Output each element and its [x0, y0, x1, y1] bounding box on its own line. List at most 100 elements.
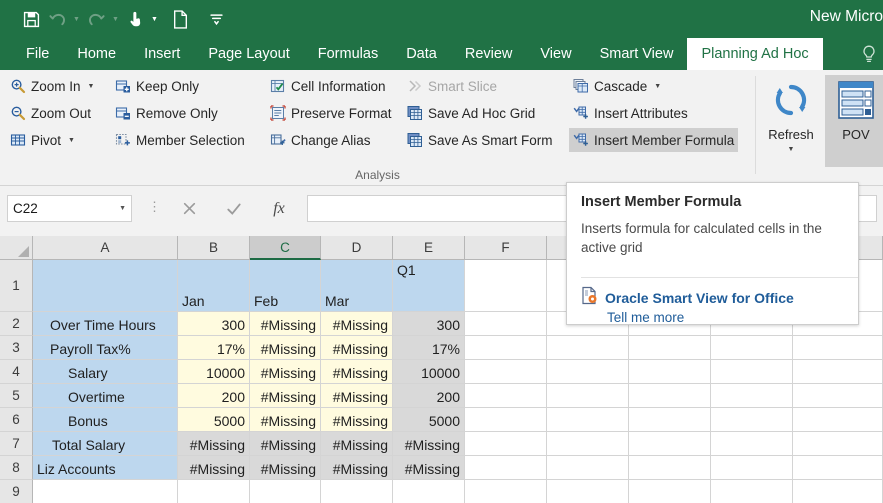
cell-D7[interactable]: #Missing: [321, 432, 393, 456]
row-header-2[interactable]: 2: [0, 312, 33, 336]
keep-only-button[interactable]: Keep Only: [111, 74, 203, 98]
cell-H8[interactable]: [629, 456, 711, 480]
cell-A2[interactable]: Over Time Hours: [33, 312, 178, 336]
cell-B4[interactable]: 10000: [178, 360, 250, 384]
enter-icon[interactable]: [217, 195, 251, 222]
cell-D3[interactable]: #Missing: [321, 336, 393, 360]
cell-E9[interactable]: [393, 480, 465, 503]
tab-view[interactable]: View: [526, 38, 585, 70]
cell-F5[interactable]: [465, 384, 547, 408]
member-selection-button[interactable]: Member Selection: [111, 128, 249, 152]
cell-J8[interactable]: [793, 456, 883, 480]
tab-file[interactable]: File: [12, 38, 63, 70]
refresh-dropdown-icon[interactable]: ▼: [788, 146, 795, 153]
cell-I3[interactable]: [711, 336, 793, 360]
cell-F9[interactable]: [465, 480, 547, 503]
cell-H4[interactable]: [629, 360, 711, 384]
row-header-6[interactable]: 6: [0, 408, 33, 432]
cell-D8[interactable]: #Missing: [321, 456, 393, 480]
tab-planning-ad-hoc[interactable]: Planning Ad Hoc: [687, 38, 822, 70]
cell-E4[interactable]: 10000: [393, 360, 465, 384]
cell-I4[interactable]: [711, 360, 793, 384]
cell-B7[interactable]: #Missing: [178, 432, 250, 456]
cell-A5[interactable]: Overtime: [33, 384, 178, 408]
cell-G5[interactable]: [547, 384, 629, 408]
formula-bar-grip[interactable]: ⋮: [148, 199, 161, 215]
cell-G7[interactable]: [547, 432, 629, 456]
change-alias-button[interactable]: Change Alias: [266, 128, 375, 152]
cell-C2[interactable]: #Missing: [250, 312, 321, 336]
cell-J7[interactable]: [793, 432, 883, 456]
cascade-dropdown-icon[interactable]: ▼: [654, 83, 661, 90]
tab-data[interactable]: Data: [392, 38, 451, 70]
cell-B3[interactable]: 17%: [178, 336, 250, 360]
cell-B2[interactable]: 300: [178, 312, 250, 336]
cell-B8[interactable]: #Missing: [178, 456, 250, 480]
cell-A3[interactable]: Payroll Tax%: [33, 336, 178, 360]
cell-F8[interactable]: [465, 456, 547, 480]
cell-D4[interactable]: #Missing: [321, 360, 393, 384]
customize-quick-access-toolbar-icon[interactable]: [203, 6, 229, 32]
cell-C5[interactable]: #Missing: [250, 384, 321, 408]
cell-G3[interactable]: [547, 336, 629, 360]
pov-button[interactable]: POV: [825, 75, 883, 167]
column-header-b[interactable]: B: [178, 236, 250, 260]
cell-J6[interactable]: [793, 408, 883, 432]
cell-C3[interactable]: #Missing: [250, 336, 321, 360]
zoom-out-button[interactable]: Zoom Out: [6, 101, 95, 125]
cell-D9[interactable]: [321, 480, 393, 503]
cell-F4[interactable]: [465, 360, 547, 384]
cell-information-button[interactable]: Cell Information: [266, 74, 390, 98]
save-as-smart-form-button[interactable]: Save As Smart Form: [403, 128, 557, 152]
cell-F7[interactable]: [465, 432, 547, 456]
column-header-f[interactable]: F: [465, 236, 547, 260]
cell-I5[interactable]: [711, 384, 793, 408]
tab-page-layout[interactable]: Page Layout: [194, 38, 303, 70]
cell-E8[interactable]: #Missing: [393, 456, 465, 480]
column-header-a[interactable]: A: [33, 236, 178, 260]
insert-member-formula-button[interactable]: Insert Member Formula: [569, 128, 738, 152]
chevron-down-icon[interactable]: ▼: [119, 205, 126, 212]
preserve-format-button[interactable]: Preserve Format: [266, 101, 396, 125]
insert-function-icon[interactable]: fx: [262, 195, 296, 222]
cell-G6[interactable]: [547, 408, 629, 432]
column-header-e[interactable]: E: [393, 236, 465, 260]
row-header-1[interactable]: 1: [0, 260, 33, 312]
insert-attributes-button[interactable]: Insert Attributes: [569, 101, 692, 125]
cell-D6[interactable]: #Missing: [321, 408, 393, 432]
row-header-8[interactable]: 8: [0, 456, 33, 480]
cell-H7[interactable]: [629, 432, 711, 456]
cell-E7[interactable]: #Missing: [393, 432, 465, 456]
remove-only-button[interactable]: Remove Only: [111, 101, 222, 125]
cell-H6[interactable]: [629, 408, 711, 432]
cell-F2[interactable]: [465, 312, 547, 336]
cell-F3[interactable]: [465, 336, 547, 360]
cell-E2[interactable]: 300: [393, 312, 465, 336]
cell-A6[interactable]: Bonus: [33, 408, 178, 432]
cell-D5[interactable]: #Missing: [321, 384, 393, 408]
tooltip-tell-me-more-link[interactable]: Tell me more: [607, 310, 684, 325]
row-header-4[interactable]: 4: [0, 360, 33, 384]
pivot-button[interactable]: Pivot ▼: [6, 128, 79, 152]
cell-B5[interactable]: 200: [178, 384, 250, 408]
cancel-icon[interactable]: [172, 195, 206, 222]
cell-G4[interactable]: [547, 360, 629, 384]
cell-C6[interactable]: #Missing: [250, 408, 321, 432]
undo-icon[interactable]: [44, 6, 70, 32]
refresh-button[interactable]: Refresh ▼: [760, 75, 822, 167]
pivot-dropdown-icon[interactable]: ▼: [68, 137, 75, 144]
cell-J5[interactable]: [793, 384, 883, 408]
undo-dropdown-icon[interactable]: ▼: [70, 6, 83, 32]
cell-I7[interactable]: [711, 432, 793, 456]
cell-H9[interactable]: [629, 480, 711, 503]
new-file-icon[interactable]: [167, 6, 193, 32]
redo-dropdown-icon[interactable]: ▼: [109, 6, 122, 32]
tab-home[interactable]: Home: [63, 38, 130, 70]
cell-C7[interactable]: #Missing: [250, 432, 321, 456]
tooltip-link-text[interactable]: Oracle Smart View for Office: [605, 290, 794, 306]
cell-H5[interactable]: [629, 384, 711, 408]
cell-B9[interactable]: [178, 480, 250, 503]
column-header-c[interactable]: C: [250, 236, 321, 260]
cell-A7[interactable]: Total Salary: [33, 432, 178, 456]
cell-C8[interactable]: #Missing: [250, 456, 321, 480]
